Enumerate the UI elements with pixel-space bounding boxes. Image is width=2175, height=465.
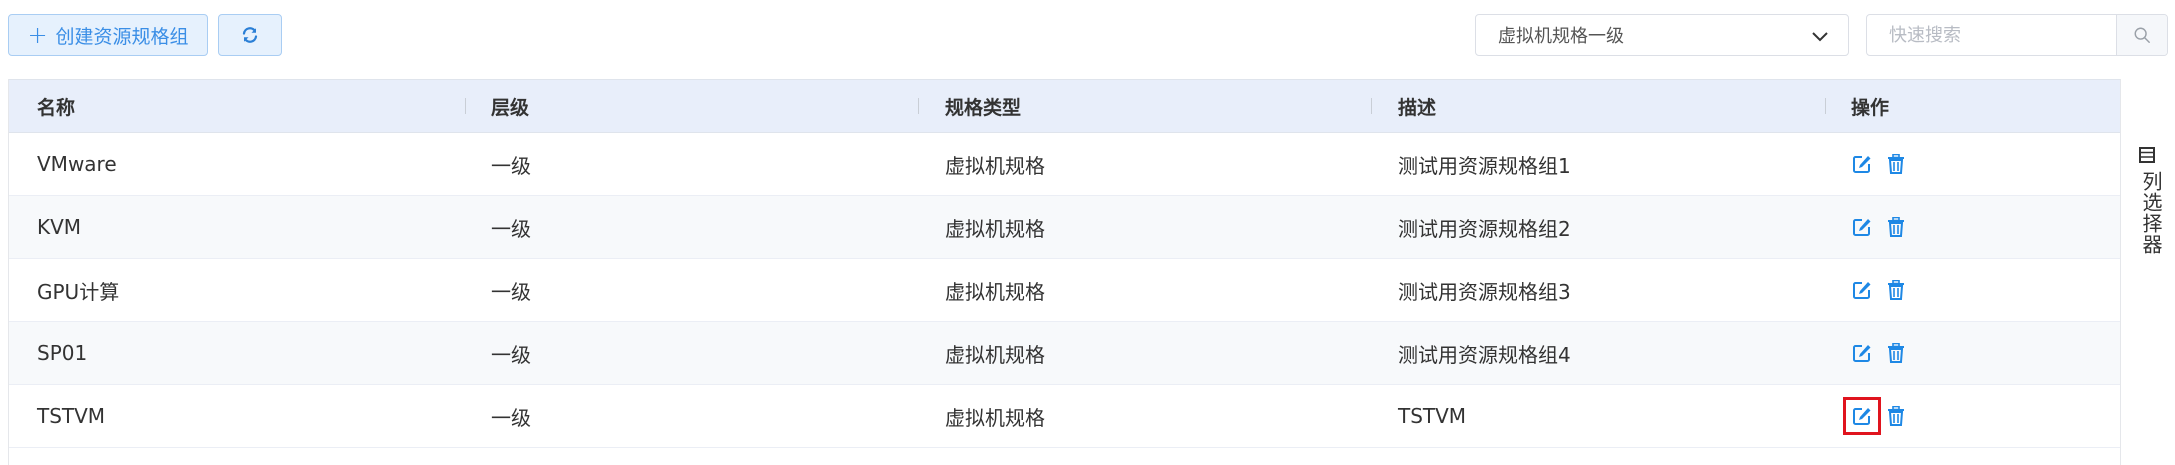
spec-level-select[interactable]: 虚拟机规格一级	[1475, 14, 1849, 56]
row-actions	[1851, 322, 1907, 384]
delete-button[interactable]	[1885, 405, 1907, 427]
cell-name: KVM	[37, 215, 82, 239]
delete-button[interactable]	[1885, 279, 1907, 301]
edit-icon	[1853, 156, 1871, 173]
cell-spec-type: 虚拟机规格	[945, 153, 1045, 178]
edit-icon	[1853, 345, 1871, 362]
trash-icon	[1888, 280, 1904, 300]
column-divider[interactable]	[465, 98, 466, 114]
columns-icon	[2139, 147, 2155, 163]
table-row[interactable]: VMware 一级 虚拟机规格 测试用资源规格组1	[9, 133, 2121, 196]
cell-level: 一级	[491, 342, 531, 367]
spec-group-table: 名称 层级 规格类型 描述 操作 VMware 一级 虚拟机规格 测试用资源规格…	[8, 79, 2121, 465]
edit-button[interactable]	[1851, 342, 1873, 364]
cell-level: 一级	[491, 405, 531, 430]
refresh-icon	[242, 27, 258, 43]
cell-description: TSTVM	[1398, 404, 1467, 428]
cell-level: 一级	[491, 279, 531, 304]
cell-level: 一级	[491, 216, 531, 241]
trash-icon	[1888, 217, 1904, 237]
spec-level-select-value: 虚拟机规格一级	[1498, 26, 1624, 47]
search-button[interactable]	[2116, 15, 2167, 55]
row-actions	[1851, 133, 1907, 195]
table-row[interactable]: KVM 一级 虚拟机规格 测试用资源规格组2	[9, 196, 2121, 259]
table-row[interactable]: SP01 一级 虚拟机规格 测试用资源规格组4	[9, 322, 2121, 385]
trash-icon	[1888, 343, 1904, 363]
row-actions	[1851, 259, 1907, 321]
column-header-level[interactable]: 层级	[491, 80, 529, 132]
search-input[interactable]	[1867, 15, 2116, 55]
cell-spec-type: 虚拟机规格	[945, 279, 1045, 304]
column-header-name[interactable]: 名称	[37, 80, 75, 132]
search-icon	[2134, 27, 2150, 43]
column-divider[interactable]	[1371, 98, 1372, 114]
cell-name: GPU计算	[37, 279, 120, 304]
row-actions	[1851, 196, 1907, 258]
delete-button[interactable]	[1885, 153, 1907, 175]
cell-spec-type: 虚拟机规格	[945, 342, 1045, 367]
edit-button[interactable]	[1843, 397, 1881, 435]
column-selector-label: 列选择器	[2139, 171, 2163, 255]
plus-icon: +	[27, 21, 48, 49]
column-divider[interactable]	[1825, 98, 1826, 114]
cell-description: 测试用资源规格组4	[1398, 342, 1571, 367]
toolbar: + 创建资源规格组 虚拟机规格一级	[0, 0, 2175, 72]
cell-description: 测试用资源规格组3	[1398, 279, 1571, 304]
column-header-actions: 操作	[1851, 96, 1890, 119]
table-row[interactable]: GPU计算 一级 虚拟机规格 测试用资源规格组3	[9, 259, 2121, 322]
column-header-spec-type[interactable]: 规格类型	[945, 80, 1021, 132]
table-row[interactable]: TSTVM 一级 虚拟机规格 TSTVM	[9, 385, 2121, 448]
edit-button[interactable]	[1851, 279, 1873, 301]
column-header-description[interactable]: 描述	[1398, 80, 1436, 132]
create-spec-group-label: 创建资源规格组	[55, 25, 189, 48]
delete-button[interactable]	[1885, 342, 1907, 364]
cell-name: VMware	[37, 152, 117, 176]
create-spec-group-button[interactable]: + 创建资源规格组	[8, 14, 208, 56]
column-selector[interactable]: 列选择器	[2120, 79, 2175, 465]
delete-button[interactable]	[1885, 216, 1907, 238]
cell-description: 测试用资源规格组2	[1398, 216, 1571, 241]
cell-name: TSTVM	[37, 404, 106, 428]
edit-icon	[1853, 408, 1871, 425]
cell-description: 测试用资源规格组1	[1398, 153, 1571, 178]
edit-icon	[1853, 219, 1871, 236]
edit-icon	[1853, 282, 1871, 299]
refresh-button[interactable]	[218, 14, 282, 56]
cell-level: 一级	[491, 153, 531, 178]
cell-name: SP01	[37, 341, 88, 365]
chevron-down-icon	[1812, 32, 1828, 42]
cell-spec-type: 虚拟机规格	[945, 405, 1045, 430]
trash-icon	[1888, 154, 1904, 174]
cell-spec-type: 虚拟机规格	[945, 216, 1045, 241]
table-header: 名称 层级 规格类型 描述 操作	[9, 79, 2121, 133]
trash-icon	[1888, 406, 1904, 426]
column-divider[interactable]	[918, 98, 919, 114]
quick-search	[1866, 14, 2168, 56]
edit-button[interactable]	[1851, 216, 1873, 238]
edit-button[interactable]	[1851, 153, 1873, 175]
row-actions	[1843, 385, 1907, 447]
